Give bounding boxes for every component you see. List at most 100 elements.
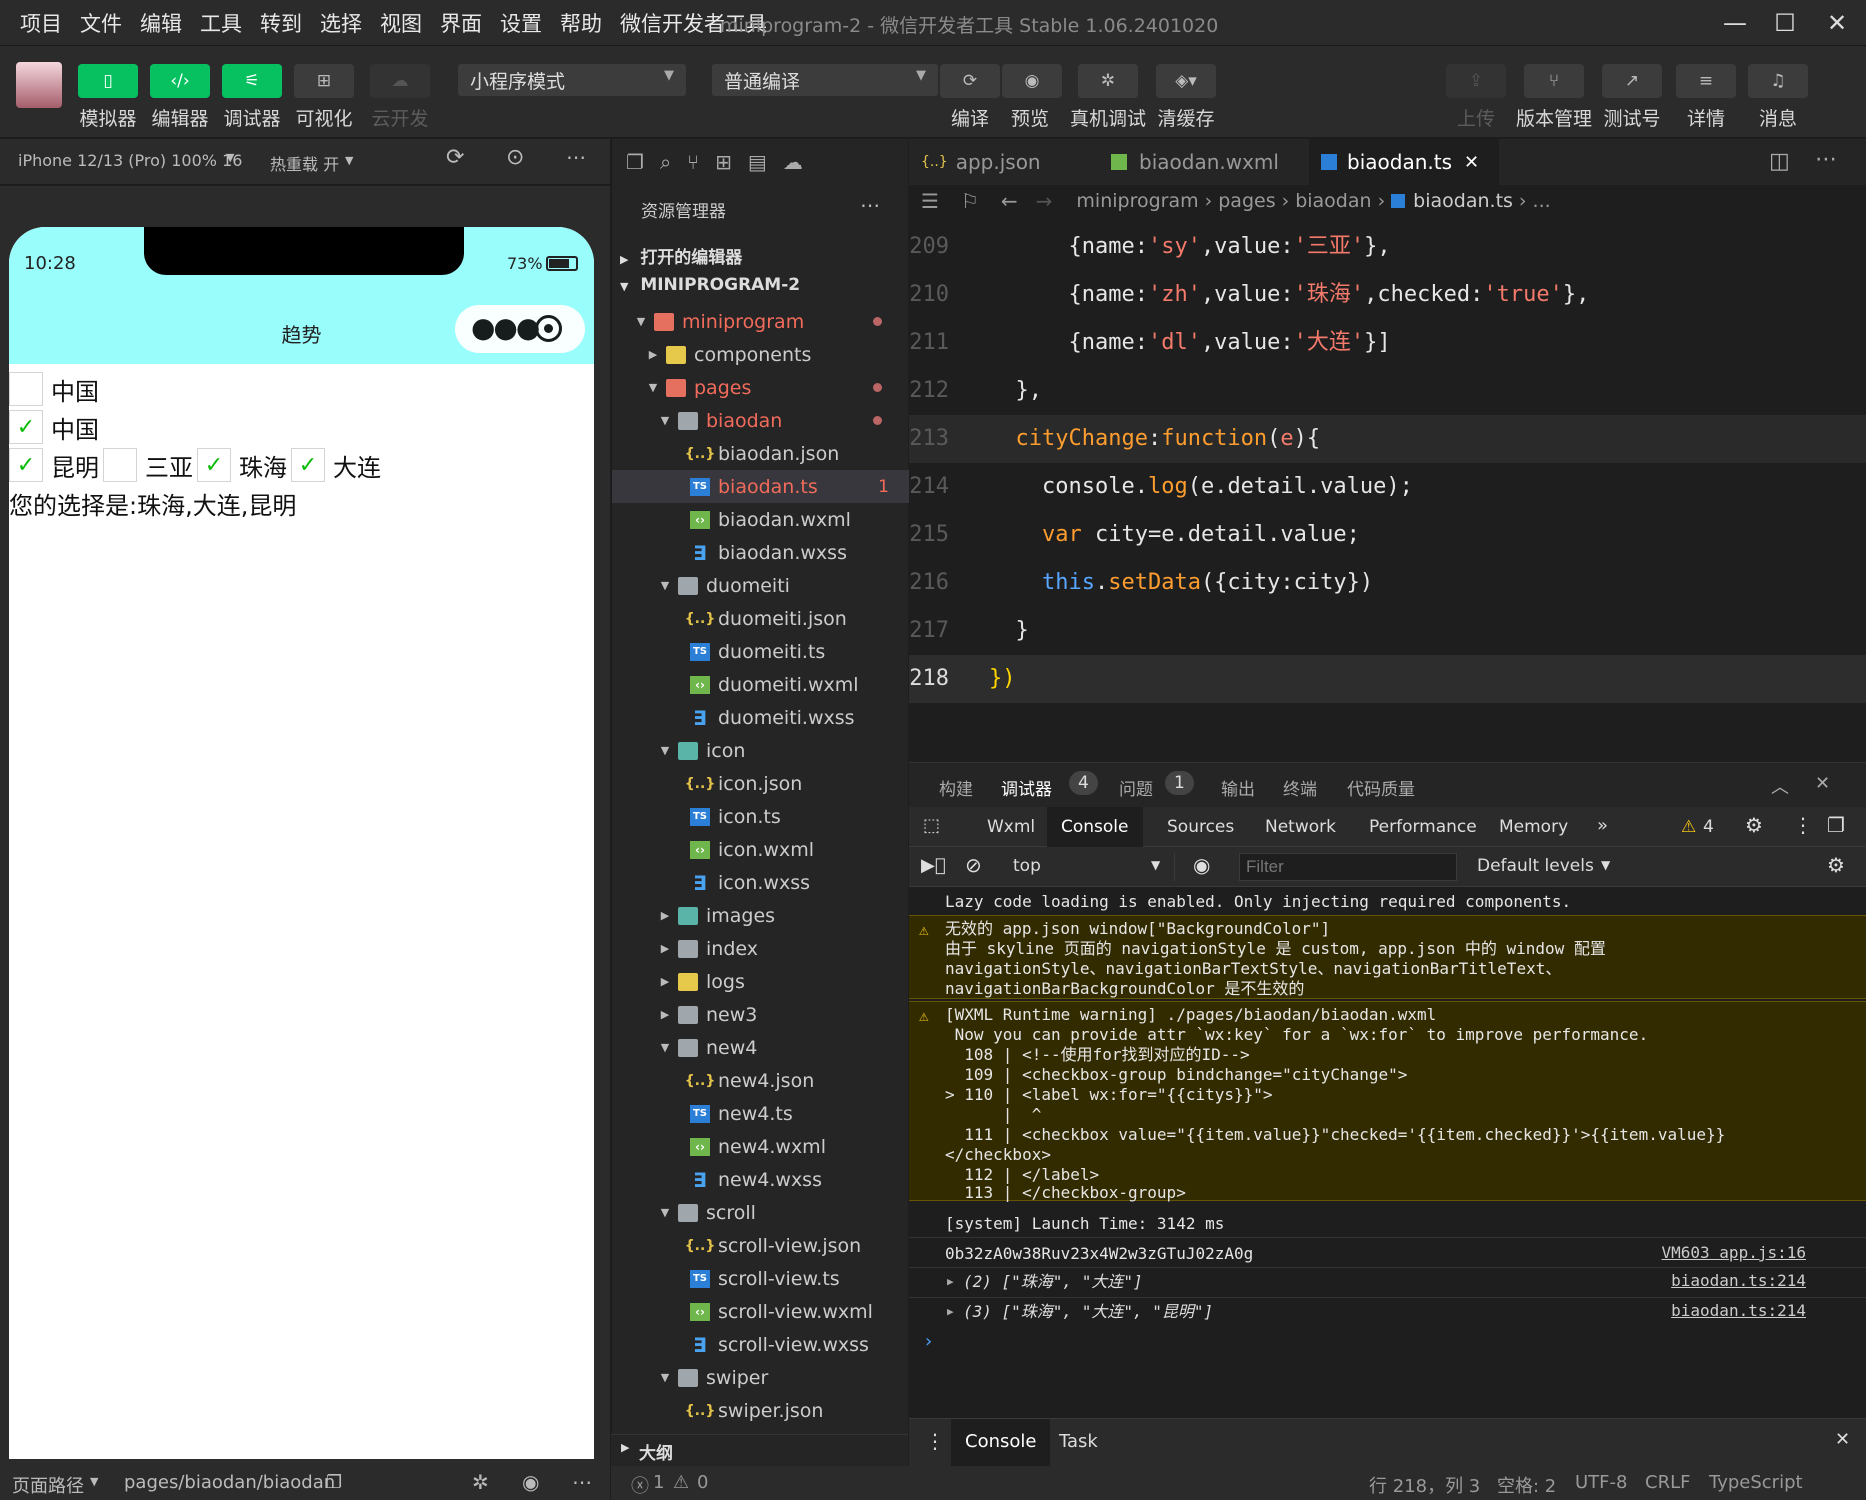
tree-item[interactable]: ▼ pages: [612, 371, 909, 404]
tree-item[interactable]: ▼ scroll: [612, 1196, 909, 1229]
tree-item[interactable]: {..} scroll-view.json: [612, 1229, 909, 1262]
source-link[interactable]: VM603 app.js:16: [1662, 1243, 1807, 1262]
inspect-icon[interactable]: ⬚: [923, 815, 940, 836]
chevron-up-icon[interactable]: ︿: [1771, 773, 1789, 799]
clear-console-icon[interactable]: ⊘: [965, 853, 982, 877]
indentation[interactable]: 空格: 2: [1497, 1472, 1556, 1498]
code-line[interactable]: 216 this.setData({city:city}): [909, 559, 1866, 607]
tab-console[interactable]: Console: [1047, 807, 1143, 847]
breadcrumb-item[interactable]: ...: [1533, 190, 1551, 212]
drawer-tab-console[interactable]: Console: [951, 1419, 1051, 1467]
source-control-icon[interactable]: ⑂: [687, 150, 699, 174]
code-line[interactable]: 210 {name:'zh',value:'珠海',checked:'true'…: [909, 271, 1866, 319]
tree-item[interactable]: TS scroll-view.ts: [612, 1262, 909, 1295]
tree-item[interactable]: ‹› scroll-view.wxml: [612, 1295, 909, 1328]
tab-problems[interactable]: 问题: [1119, 775, 1153, 800]
tree-item[interactable]: ▼ new4: [612, 1031, 909, 1064]
tree-item[interactable]: ▼ duomeiti: [612, 569, 909, 602]
menu-tools[interactable]: 工具: [192, 8, 252, 38]
tree-item[interactable]: {..} icon.json: [612, 767, 909, 800]
mode-select[interactable]: 小程序模式 ▼: [458, 64, 686, 96]
sidebar-toggle-icon[interactable]: ▶⃞: [921, 855, 946, 876]
code-line[interactable]: 218}): [909, 655, 1866, 703]
bug-icon[interactable]: ✲: [472, 1470, 489, 1494]
tree-item[interactable]: ▼ icon: [612, 734, 909, 767]
tree-item[interactable]: TS icon.ts: [612, 800, 909, 833]
checkbox-checked[interactable]: ✓: [9, 410, 43, 444]
cloud-button[interactable]: ☁: [370, 64, 430, 98]
context-select[interactable]: top ▼: [1005, 853, 1175, 881]
tree-item[interactable]: {..} biaodan.json: [612, 437, 909, 470]
tab-performance[interactable]: Performance: [1369, 817, 1477, 837]
code-line[interactable]: 213 cityChange:function(e){: [909, 415, 1866, 463]
extensions-icon[interactable]: ⊞: [715, 150, 732, 174]
tree-item[interactable]: ∃ new4.wxss: [612, 1163, 909, 1196]
tab-debugger[interactable]: 调试器: [1001, 775, 1052, 800]
avatar[interactable]: [16, 62, 62, 108]
copy-icon[interactable]: ❐: [326, 1472, 342, 1493]
stop-icon[interactable]: ⊙: [506, 145, 524, 170]
upload-button[interactable]: ⇪: [1446, 64, 1506, 98]
code-line[interactable]: 209 {name:'sy',value:'三亚'},: [909, 223, 1866, 271]
checkbox-row[interactable]: 中国: [9, 371, 99, 407]
tab-wxml[interactable]: Wxml: [987, 817, 1035, 837]
city-checkbox-group[interactable]: ✓ 昆明 三亚 ✓ 珠海 ✓ 大连: [9, 447, 381, 483]
warning-count[interactable]: 4: [1703, 817, 1714, 837]
prompt-chevron-icon[interactable]: ›: [923, 1331, 934, 1352]
code-line[interactable]: 215 var city=e.detail.value;: [909, 511, 1866, 559]
tab-biaodan-wxml[interactable]: biaodan.wxml: [1099, 139, 1299, 185]
layout-icon[interactable]: ▤: [748, 150, 767, 174]
breadcrumb-item[interactable]: pages: [1218, 190, 1275, 212]
menu-settings[interactable]: 设置: [492, 8, 552, 38]
checkbox-unchecked[interactable]: [103, 448, 137, 482]
forward-arrow-icon[interactable]: →: [1036, 189, 1053, 213]
more-icon[interactable]: ⋯: [572, 1470, 592, 1494]
line-ending[interactable]: CRLF: [1645, 1472, 1690, 1493]
docker-icon[interactable]: ☁: [783, 150, 803, 174]
project-section[interactable]: ▼ MINIPROGRAM-2: [620, 275, 800, 295]
tree-item[interactable]: ‹› icon.wxml: [612, 833, 909, 866]
messages-button[interactable]: ♫: [1748, 64, 1808, 98]
device-select[interactable]: iPhone 12/13 (Pro) 100% 16: [18, 151, 242, 170]
source-link[interactable]: biaodan.ts:214: [1671, 1301, 1806, 1320]
tree-item[interactable]: ▶ index: [612, 932, 909, 965]
error-icon[interactable]: ⓧ: [631, 1472, 649, 1498]
eye-icon[interactable]: ◉: [522, 1470, 539, 1494]
error-count[interactable]: 1: [653, 1472, 664, 1493]
menu-edit[interactable]: 编辑: [132, 8, 192, 38]
tree-item[interactable]: ▼ biaodan: [612, 404, 909, 437]
close-icon[interactable]: ✕: [1464, 152, 1479, 173]
close-target-icon[interactable]: [535, 315, 562, 342]
code-line[interactable]: 211 {name:'dl',value:'大连'}]: [909, 319, 1866, 367]
open-editors-section[interactable]: ▶ 打开的编辑器: [620, 243, 742, 268]
preview-button[interactable]: ◉: [1002, 64, 1062, 98]
back-arrow-icon[interactable]: ←: [1001, 189, 1018, 213]
more-icon[interactable]: ⋯: [566, 145, 586, 169]
tree-item[interactable]: ▶ logs: [612, 965, 909, 998]
compile-mode-select[interactable]: 普通编译 ▼: [712, 64, 938, 96]
test-account-button[interactable]: ↗: [1602, 64, 1662, 98]
tree-item[interactable]: ▼ swiper: [612, 1361, 909, 1394]
tree-item[interactable]: ‹› duomeiti.wxml: [612, 668, 909, 701]
close-icon[interactable]: ✕: [1815, 773, 1830, 794]
console-filter-input[interactable]: [1239, 853, 1457, 881]
undock-icon[interactable]: ❐: [1827, 813, 1845, 837]
tree-item[interactable]: ∃ biaodan.wxss: [612, 536, 909, 569]
cursor-position[interactable]: 行 218，列 3: [1369, 1472, 1480, 1498]
tree-item[interactable]: ▶ new3: [612, 998, 909, 1031]
menu-file[interactable]: 文件: [72, 8, 132, 38]
debugger-toggle-button[interactable]: ⚟: [222, 64, 282, 98]
version-button[interactable]: ⑂: [1524, 64, 1584, 98]
reload-icon[interactable]: ⟳: [446, 145, 464, 170]
checkbox-row[interactable]: ✓ 中国: [9, 409, 99, 445]
menu-ui[interactable]: 界面: [432, 8, 492, 38]
tree-item[interactable]: ∃ scroll-view.wxss: [612, 1328, 909, 1361]
more-vertical-icon[interactable]: ⋮: [1793, 813, 1813, 837]
tree-item[interactable]: ‹› new4.wxml: [612, 1130, 909, 1163]
eye-icon[interactable]: ◉: [1193, 853, 1210, 877]
log-levels-select[interactable]: Default levels: [1477, 856, 1594, 876]
more-tabs-icon[interactable]: »: [1597, 815, 1608, 836]
bookmark-icon[interactable]: ⚐: [961, 189, 979, 213]
checkbox-checked[interactable]: ✓: [197, 448, 231, 482]
breadcrumb-item[interactable]: biaodan: [1295, 190, 1371, 212]
